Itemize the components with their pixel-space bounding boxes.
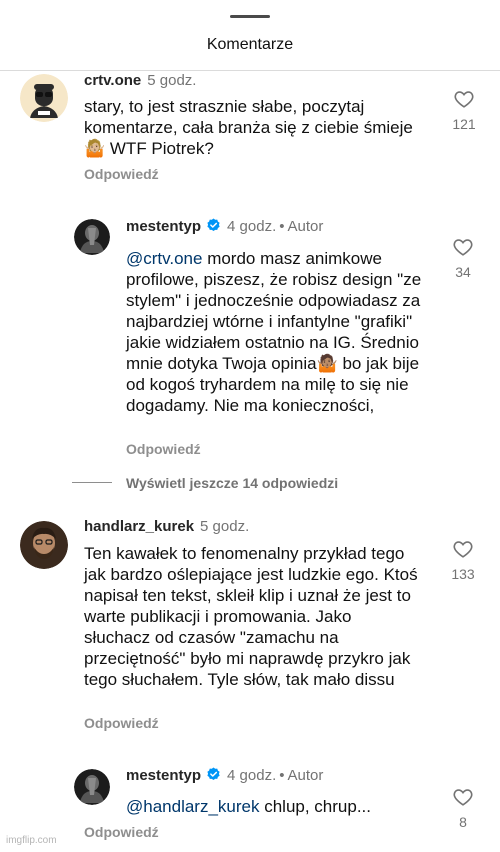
username[interactable]: mestentyp xyxy=(126,767,201,784)
reply-button[interactable]: Odpowiedź xyxy=(84,166,159,182)
view-more-replies-label[interactable]: Wyświetl jeszcze 14 odpowiedzi xyxy=(126,475,338,491)
watermark: imgflip.com xyxy=(6,835,57,846)
avatar[interactable] xyxy=(74,219,110,255)
reply-button[interactable]: Odpowiedź xyxy=(84,715,159,731)
heart-outline-icon[interactable] xyxy=(454,90,474,108)
separator: • xyxy=(279,218,285,235)
heart-outline-icon[interactable] xyxy=(453,788,473,806)
heart-outline-icon[interactable] xyxy=(453,540,473,558)
comment-text: @crtv.one mordo masz animkowe profilowe,… xyxy=(126,248,428,416)
like-count: 34 xyxy=(455,264,471,280)
username[interactable]: mestentyp xyxy=(126,218,201,235)
comment-text: stary, to jest strasznie słabe, poczytaj… xyxy=(84,96,424,159)
divider xyxy=(0,70,500,71)
like-count: 121 xyxy=(452,116,476,132)
comment-body: mordo masz animkowe profilowe, piszesz, … xyxy=(126,249,422,415)
timestamp: 5 godz. xyxy=(147,72,197,89)
mention-link[interactable]: @crtv.one xyxy=(126,249,202,268)
comments-sheet: Komentarze crtv.one 5 godz. stary, to jes… xyxy=(0,0,500,852)
reply-button[interactable]: Odpowiedź xyxy=(126,441,201,457)
like-count: 133 xyxy=(451,566,475,582)
timestamp: 4 godz. xyxy=(227,767,277,784)
like-count: 8 xyxy=(459,814,467,830)
avatar[interactable] xyxy=(20,521,68,569)
sheet-title: Komentarze xyxy=(206,36,294,53)
avatar[interactable] xyxy=(74,769,110,805)
username[interactable]: crtv.one xyxy=(84,72,141,89)
reply-button[interactable]: Odpowiedź xyxy=(84,824,159,840)
separator: • xyxy=(279,767,285,784)
timestamp: 4 godz. xyxy=(227,218,277,235)
comment-body: Ten kawałek to fenomenalny przykład tego… xyxy=(84,544,418,689)
comment-text: Ten kawałek to fenomenalny przykład tego… xyxy=(84,543,420,690)
verified-badge-icon xyxy=(207,218,220,232)
author-label: Autor xyxy=(287,218,324,235)
divider xyxy=(72,482,112,484)
mention-link[interactable]: @handlarz_kurek xyxy=(126,797,260,816)
timestamp: 5 godz. xyxy=(200,518,250,535)
drag-handle[interactable] xyxy=(230,15,270,18)
avatar[interactable] xyxy=(20,74,68,122)
username[interactable]: handlarz_kurek xyxy=(84,518,194,535)
heart-outline-icon[interactable] xyxy=(453,238,473,256)
view-more-replies-button[interactable]: Wyświetl jeszcze 14 odpowiedzi xyxy=(72,474,338,492)
comment-text: @handlarz_kurek chlup, chrup... xyxy=(126,796,426,817)
author-label: Autor xyxy=(287,767,324,784)
comment-body: stary, to jest strasznie słabe, poczytaj… xyxy=(84,97,413,158)
verified-badge-icon xyxy=(207,767,220,781)
comment-body: chlup, chrup... xyxy=(259,797,372,816)
